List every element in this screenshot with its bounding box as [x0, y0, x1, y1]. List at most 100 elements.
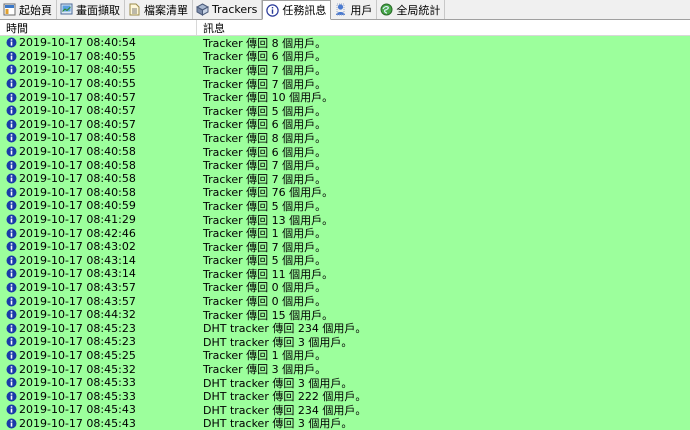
log-row[interactable]: 2019-10-17 08:45:23 DHT tracker 傳回 3 個用戶。 — [0, 335, 690, 349]
log-time: 2019-10-17 08:40:59 — [19, 199, 136, 213]
log-row[interactable]: 2019-10-17 08:41:29 Tracker 傳回 13 個用戶。 — [0, 212, 690, 227]
log-row-time-cell: 2019-10-17 08:45:32 — [0, 363, 197, 376]
log-time: 2019-10-17 08:40:57 — [19, 104, 136, 118]
log-time: 2019-10-17 08:40:54 — [19, 36, 136, 50]
column-header-message[interactable]: 訊息 — [197, 20, 690, 35]
log-row[interactable]: 2019-10-17 08:40:55 Tracker 傳回 6 個用戶。 — [0, 49, 690, 64]
log-message: Tracker 傳回 11 個用戶。 — [203, 267, 334, 281]
log-row[interactable]: 2019-10-17 08:40:58 Tracker 傳回 8 個用戶。 — [0, 131, 690, 145]
log-row[interactable]: 2019-10-17 08:45:32 Tracker 傳回 3 個用戶。 — [0, 362, 690, 376]
log-row[interactable]: 2019-10-17 08:40:58 Tracker 傳回 76 個用戶。 — [0, 185, 690, 200]
log-row-time-cell: 2019-10-17 08:45:43 — [0, 403, 197, 416]
log-message: Tracker 傳回 1 個用戶。 — [203, 227, 327, 240]
info-icon — [6, 418, 17, 429]
log-row[interactable]: 2019-10-17 08:40:55 Tracker 傳回 7 個用戶。 — [0, 63, 690, 77]
log-time: 2019-10-17 08:40:58 — [19, 131, 136, 145]
log-row[interactable]: 2019-10-17 08:43:14 Tracker 傳回 11 個用戶。 — [0, 267, 690, 281]
log-row[interactable]: 2019-10-17 08:43:14 Tracker 傳回 5 個用戶。 — [0, 253, 690, 268]
tab-home[interactable]: 起始頁 — [0, 0, 57, 19]
log-row[interactable]: 2019-10-17 08:42:46 Tracker 傳回 1 個用戶。 — [0, 226, 690, 240]
log-row[interactable]: 2019-10-17 08:40:54 Tracker 傳回 8 個用戶。 — [0, 36, 690, 50]
log-row[interactable]: 2019-10-17 08:44:32 Tracker 傳回 15 個用戶。 — [0, 307, 690, 322]
info-icon — [266, 3, 280, 17]
log-row[interactable]: 2019-10-17 08:45:43 DHT tracker 傳回 3 個用戶。 — [0, 416, 690, 430]
log-message: Tracker 傳回 6 個用戶。 — [203, 50, 327, 64]
log-row[interactable]: 2019-10-17 08:40:57 Tracker 傳回 5 個用戶。 — [0, 103, 690, 118]
log-time: 2019-10-17 08:45:32 — [19, 362, 136, 376]
tab-screenshot[interactable]: 畫面擷取 — [57, 0, 125, 19]
log-message: DHT tracker 傳回 3 個用戶。 — [203, 335, 353, 349]
tab-bar: 起始頁 畫面擷取 檔案清單 Trackers 任務訊息 用戶 全局統計 — [0, 0, 690, 20]
log-time: 2019-10-17 08:41:29 — [19, 213, 136, 227]
trackers-icon — [196, 3, 209, 16]
stats-icon — [380, 3, 393, 16]
log-row[interactable]: 2019-10-17 08:43:57 Tracker 傳回 0 個用戶。 — [0, 280, 690, 295]
log-row[interactable]: 2019-10-17 08:40:55 Tracker 傳回 7 個用戶。 — [0, 76, 690, 91]
info-icon — [6, 64, 17, 75]
log-message: Tracker 傳回 5 個用戶。 — [203, 104, 327, 118]
log-message: Tracker 傳回 7 個用戶。 — [203, 240, 327, 254]
log-row-time-cell: 2019-10-17 08:43:14 — [0, 267, 197, 280]
log-row[interactable]: 2019-10-17 08:43:02 Tracker 傳回 7 個用戶。 — [0, 239, 690, 254]
tab-peers[interactable]: 用戶 — [331, 0, 378, 19]
info-icon — [6, 105, 17, 116]
log-time: 2019-10-17 08:40:58 — [19, 172, 136, 186]
log-row-time-cell: 2019-10-17 08:45:23 — [0, 322, 197, 335]
log-row[interactable]: 2019-10-17 08:40:57 Tracker 傳回 10 個用戶。 — [0, 90, 690, 104]
log-header: 時間 訊息 — [0, 20, 690, 36]
info-icon — [6, 364, 17, 375]
log-time: 2019-10-17 08:40:55 — [19, 77, 136, 91]
log-time: 2019-10-17 08:45:33 — [19, 389, 136, 403]
info-icon — [6, 377, 17, 388]
log-row[interactable]: 2019-10-17 08:45:33 DHT tracker 傳回 222 個用… — [0, 389, 690, 404]
log-row-time-cell: 2019-10-17 08:40:58 — [0, 145, 197, 158]
log-message: Tracker 傳回 0 個用戶。 — [203, 295, 327, 308]
log-row[interactable]: 2019-10-17 08:45:33 DHT tracker 傳回 3 個用戶。 — [0, 375, 690, 390]
log-row[interactable]: 2019-10-17 08:45:23 DHT tracker 傳回 234 個用… — [0, 321, 690, 336]
log-message: Tracker 傳回 10 個用戶。 — [203, 91, 334, 104]
log-time: 2019-10-17 08:40:55 — [19, 49, 136, 63]
log-row[interactable]: 2019-10-17 08:40:57 Tracker 傳回 6 個用戶。 — [0, 117, 690, 132]
log-row[interactable]: 2019-10-17 08:40:59 Tracker 傳回 5 個用戶。 — [0, 199, 690, 213]
info-icon — [6, 296, 17, 307]
log-list[interactable]: 2019-10-17 08:40:54 Tracker 傳回 8 個用戶。 2019… — [0, 36, 690, 430]
log-row[interactable]: 2019-10-17 08:43:57 Tracker 傳回 0 個用戶。 — [0, 294, 690, 308]
info-icon — [6, 268, 17, 279]
tab-trackers[interactable]: Trackers — [193, 0, 263, 19]
log-message: DHT tracker 傳回 234 個用戶。 — [203, 322, 367, 336]
home-icon — [3, 3, 16, 16]
tab-label: 起始頁 — [19, 3, 52, 17]
info-icon — [6, 200, 17, 211]
log-time: 2019-10-17 08:40:55 — [19, 63, 136, 77]
log-row[interactable]: 2019-10-17 08:45:43 DHT tracker 傳回 234 個用… — [0, 403, 690, 417]
log-time: 2019-10-17 08:40:57 — [19, 90, 136, 104]
log-row[interactable]: 2019-10-17 08:40:58 Tracker 傳回 7 個用戶。 — [0, 171, 690, 186]
log-row-time-cell: 2019-10-17 08:44:32 — [0, 308, 197, 321]
log-row[interactable]: 2019-10-17 08:45:25 Tracker 傳回 1 個用戶。 — [0, 348, 690, 363]
screenshot-icon — [60, 3, 73, 16]
info-icon — [6, 146, 17, 157]
tab-info[interactable]: 任務訊息 — [262, 0, 332, 20]
log-row[interactable]: 2019-10-17 08:40:58 Tracker 傳回 6 個用戶。 — [0, 144, 690, 159]
tab-label: 全局統計 — [396, 3, 441, 17]
log-row-time-cell: 2019-10-17 08:45:25 — [0, 349, 197, 362]
info-icon — [6, 187, 17, 198]
log-row-time-cell: 2019-10-17 08:40:58 — [0, 186, 197, 199]
log-message: Tracker 傳回 8 個用戶。 — [203, 36, 327, 50]
log-row-time-cell: 2019-10-17 08:41:29 — [0, 213, 197, 226]
log-row-time-cell: 2019-10-17 08:40:57 — [0, 104, 197, 117]
info-icon — [6, 391, 17, 402]
log-time: 2019-10-17 08:44:32 — [19, 308, 136, 322]
log-time: 2019-10-17 08:45:23 — [19, 335, 136, 349]
column-header-time[interactable]: 時間 — [0, 20, 197, 35]
tab-stats[interactable]: 全局統計 — [377, 0, 446, 19]
info-icon — [6, 282, 17, 293]
log-row[interactable]: 2019-10-17 08:40:58 Tracker 傳回 7 個用戶。 — [0, 158, 690, 172]
log-message: Tracker 傳回 5 個用戶。 — [203, 199, 327, 213]
log-row-time-cell: 2019-10-17 08:40:54 — [0, 36, 197, 49]
log-time: 2019-10-17 08:43:57 — [19, 294, 136, 308]
info-icon — [6, 132, 17, 143]
log-time: 2019-10-17 08:43:57 — [19, 280, 136, 294]
log-message: Tracker 傳回 0 個用戶。 — [203, 281, 327, 295]
tab-file-list[interactable]: 檔案清單 — [125, 0, 193, 19]
